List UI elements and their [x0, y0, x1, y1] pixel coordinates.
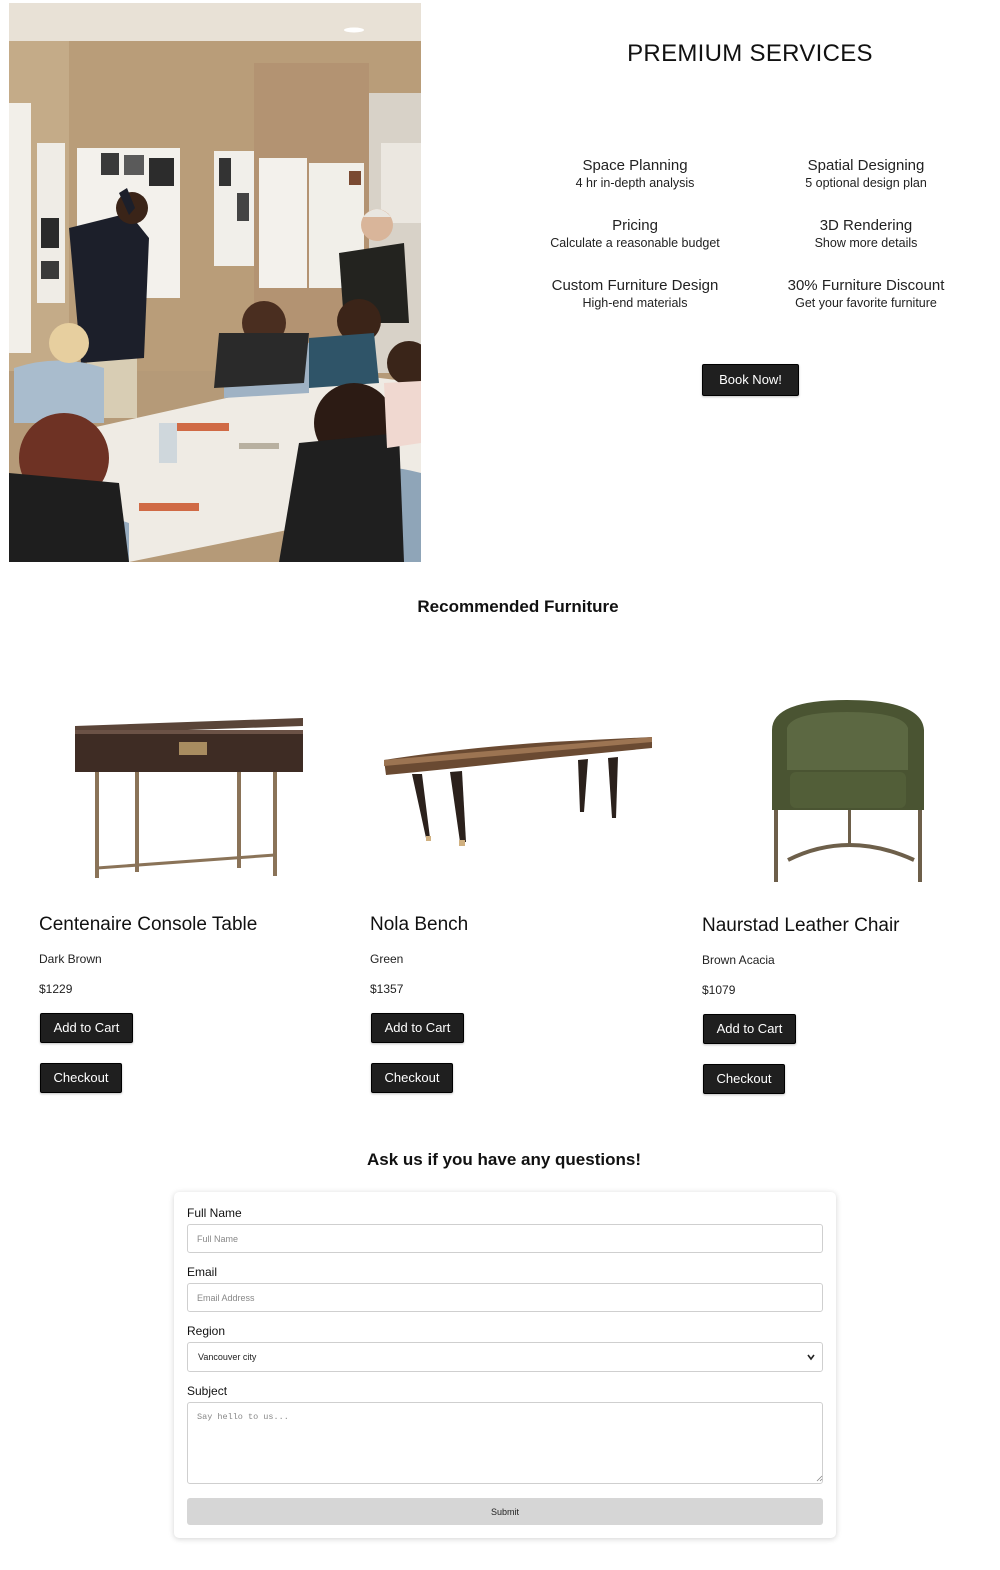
service-title: Spatial Designing [807, 157, 925, 174]
service-title: 3D Rendering [819, 217, 913, 234]
services-title: PREMIUM SERVICES [627, 40, 873, 67]
full-name-label: Full Name [187, 1206, 242, 1220]
product-image-nola-bench [370, 690, 670, 890]
service-space-planning: Space Planning 4 hr in-depth analysis [520, 157, 750, 192]
service-subtitle: Calculate a reasonable budget [550, 236, 720, 250]
service-title: 30% Furniture Discount [787, 277, 945, 294]
add-to-cart-button[interactable]: Add to Cart [371, 1013, 464, 1043]
product-image-leather-chair [702, 690, 1000, 890]
service-spatial-designing: Spatial Designing 5 optional design plan [751, 157, 981, 192]
service-subtitle: Get your favorite furniture [795, 296, 937, 310]
email-input[interactable] [187, 1283, 823, 1312]
product-price: $1079 [702, 983, 736, 997]
contact-form: Full Name Email Region Vancouver city Su… [174, 1192, 836, 1538]
product-name: Centenaire Console Table [39, 914, 258, 935]
service-3d-rendering: 3D Rendering Show more details [751, 217, 981, 252]
product-price: $1357 [370, 982, 404, 996]
book-now-button[interactable]: Book Now! [702, 364, 799, 396]
product-color: Green [370, 952, 404, 966]
region-select[interactable]: Vancouver city [187, 1342, 823, 1372]
service-subtitle: High-end materials [582, 296, 688, 310]
subject-textarea[interactable] [187, 1402, 823, 1484]
recommended-title: Recommended Furniture [417, 597, 619, 616]
service-title: Custom Furniture Design [551, 277, 719, 294]
email-label: Email [187, 1265, 218, 1279]
contact-title: Ask us if you have any questions! [367, 1150, 641, 1169]
product-color: Dark Brown [39, 952, 102, 966]
product-card-console-table: Centenaire Console Table Dark Brown $122… [39, 690, 339, 1093]
service-subtitle: 4 hr in-depth analysis [575, 176, 695, 190]
subject-wrapper [174, 1402, 836, 1484]
checkout-button[interactable]: Checkout [703, 1064, 785, 1094]
service-title: Pricing [612, 217, 658, 234]
full-name-input[interactable] [187, 1224, 823, 1253]
product-name: Nola Bench [370, 914, 469, 935]
product-image-console-table [39, 690, 339, 890]
resize-grip-icon[interactable] [816, 1475, 823, 1482]
service-pricing: Pricing Calculate a reasonable budget [520, 217, 750, 252]
service-furniture-discount: 30% Furniture Discount Get your favorite… [751, 277, 981, 312]
submit-button[interactable]: Submit [187, 1498, 823, 1525]
checkout-button[interactable]: Checkout [40, 1063, 122, 1093]
product-card-nola-bench: Nola Bench Green $1357 Add to Cart Check… [370, 690, 670, 1093]
subject-label: Subject [187, 1384, 228, 1398]
chevron-down-icon [807, 1354, 815, 1361]
add-to-cart-button[interactable]: Add to Cart [703, 1014, 796, 1044]
product-price: $1229 [39, 982, 73, 996]
service-subtitle: Show more details [814, 236, 918, 250]
checkout-button[interactable]: Checkout [371, 1063, 453, 1093]
add-to-cart-button[interactable]: Add to Cart [40, 1013, 133, 1043]
region-label: Region [187, 1324, 226, 1338]
service-subtitle: 5 optional design plan [805, 176, 927, 190]
hero-photo [9, 3, 421, 562]
service-title: Space Planning [582, 157, 688, 174]
product-card-leather-chair: Naurstad Leather Chair Brown Acacia $107… [702, 690, 1000, 1094]
region-selected-value: Vancouver city [198, 1352, 257, 1362]
product-name: Naurstad Leather Chair [702, 915, 900, 936]
service-custom-furniture: Custom Furniture Design High-end materia… [520, 277, 750, 312]
product-color: Brown Acacia [702, 953, 775, 967]
